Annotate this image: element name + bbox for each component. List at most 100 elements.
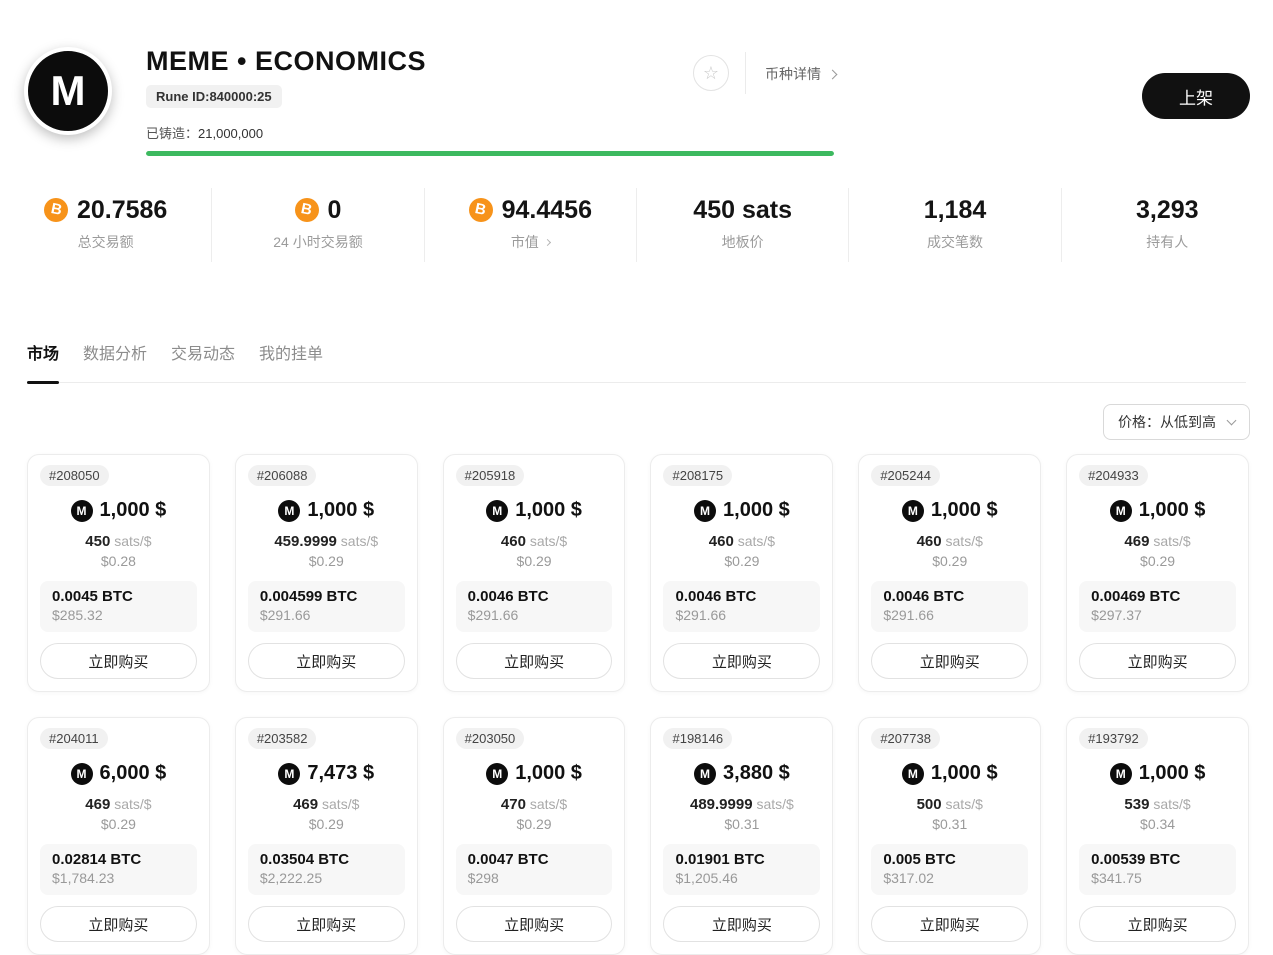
listing-card[interactable]: #205244 M 1,000 $ 460 sats/$ $0.29 0.004… (858, 454, 1041, 692)
listing-unit-usd: $0.29 (871, 553, 1028, 569)
listing-rate: 459.9999 sats/$ (248, 533, 405, 550)
listing-btc-price: 0.0047 BTC (468, 851, 601, 869)
token-info: MEME • ECONOMICS Rune ID:840000:25 已铸造：2… (146, 46, 834, 156)
listing-amount: 1,000 $ (307, 499, 374, 522)
listing-btc-price: 0.0046 BTC (468, 588, 601, 606)
buy-now-button[interactable]: 立即购买 (248, 643, 405, 679)
listing-btc-price: 0.0045 BTC (52, 588, 185, 606)
stat-label: 成交笔数 (849, 232, 1060, 252)
minted-progress-fill (146, 151, 834, 156)
tab-activity[interactable]: 交易动态 (171, 340, 235, 382)
listing-id-badge: #205918 (456, 465, 525, 486)
listing-card[interactable]: #207738 M 1,000 $ 500 sats/$ $0.31 0.005… (858, 717, 1041, 955)
token-m-icon: M (278, 500, 300, 522)
listing-price-box: 0.00469 BTC $297.37 (1079, 581, 1236, 632)
stat-label: 地板价 (637, 232, 848, 252)
listing-card[interactable]: #203582 M 7,473 $ 469 sats/$ $0.29 0.035… (235, 717, 418, 955)
token-m-icon: M (71, 500, 93, 522)
listing-price-box: 0.0046 BTC $291.66 (663, 581, 820, 632)
buy-now-button[interactable]: 立即购买 (456, 906, 613, 942)
listing-id-badge: #207738 (871, 728, 940, 749)
minted-row: 已铸造：21,000,000 (146, 123, 834, 142)
listing-card[interactable]: #198146 M 3,880 $ 489.9999 sats/$ $0.31 … (650, 717, 833, 955)
token-m-icon: M (1110, 763, 1132, 785)
listing-card[interactable]: #203050 M 1,000 $ 470 sats/$ $0.29 0.004… (443, 717, 626, 955)
stat-value: 450 sats (693, 196, 792, 224)
token-m-icon: M (694, 500, 716, 522)
listing-id-badge: #206088 (248, 465, 317, 486)
listing-unit-usd: $0.29 (1079, 553, 1236, 569)
buy-now-button[interactable]: 立即购买 (1079, 906, 1236, 942)
token-m-icon: M (278, 763, 300, 785)
listing-card[interactable]: #205918 M 1,000 $ 460 sats/$ $0.29 0.004… (443, 454, 626, 692)
listing-price-box: 0.03504 BTC $2,222.25 (248, 844, 405, 895)
listing-id-badge: #193792 (1079, 728, 1148, 749)
stat-value: 94.4456 (502, 196, 592, 224)
listing-btc-price: 0.0046 BTC (675, 588, 808, 606)
listing-amount-row: M 1,000 $ (871, 499, 1028, 522)
listing-card[interactable]: #193792 M 1,000 $ 539 sats/$ $0.34 0.005… (1066, 717, 1249, 955)
listing-btc-price: 0.03504 BTC (260, 851, 393, 869)
chevron-right-icon (828, 69, 838, 79)
stat-market-cap[interactable]: B 94.4456 市值 (425, 188, 637, 262)
listing-rate: 500 sats/$ (871, 796, 1028, 813)
buy-now-button[interactable]: 立即购买 (40, 906, 197, 942)
listing-rate: 460 sats/$ (663, 533, 820, 550)
listing-card[interactable]: #206088 M 1,000 $ 459.9999 sats/$ $0.29 … (235, 454, 418, 692)
sort-select[interactable]: 价格：从低到高 (1103, 404, 1250, 440)
tab-analytics[interactable]: 数据分析 (83, 340, 147, 382)
token-details-label: 币种详情 (765, 64, 821, 84)
buy-now-button[interactable]: 立即购买 (248, 906, 405, 942)
listing-amount: 1,000 $ (931, 762, 998, 785)
listing-amount-row: M 1,000 $ (456, 499, 613, 522)
listing-usd-price: $317.02 (883, 870, 1016, 887)
stat-floor-price: 450 sats 地板价 (637, 188, 849, 262)
token-details-link[interactable]: 币种详情 (765, 64, 836, 84)
listing-amount: 1,000 $ (100, 499, 167, 522)
listing-usd-price: $291.66 (675, 607, 808, 624)
listing-price-box: 0.0046 BTC $291.66 (456, 581, 613, 632)
buy-now-button[interactable]: 立即购买 (663, 906, 820, 942)
stat-label: 24 小时交易额 (212, 232, 423, 252)
stat-label: 市值 (425, 232, 636, 252)
stat-24h-volume: B 0 24 小时交易额 (212, 188, 424, 262)
listing-card[interactable]: #208050 M 1,000 $ 450 sats/$ $0.28 0.004… (27, 454, 210, 692)
listing-card[interactable]: #204933 M 1,000 $ 469 sats/$ $0.29 0.004… (1066, 454, 1249, 692)
list-token-button[interactable]: 上架 (1142, 73, 1250, 119)
listing-rate: 460 sats/$ (456, 533, 613, 550)
listing-id-badge: #204933 (1079, 465, 1148, 486)
listing-unit-usd: $0.31 (663, 816, 820, 832)
listing-card[interactable]: #204011 M 6,000 $ 469 sats/$ $0.29 0.028… (27, 717, 210, 955)
favorite-button[interactable]: ☆ (693, 55, 729, 91)
listing-card[interactable]: #208175 M 1,000 $ 460 sats/$ $0.29 0.004… (650, 454, 833, 692)
listing-price-box: 0.0045 BTC $285.32 (40, 581, 197, 632)
listing-rate-value: 460 (917, 533, 942, 550)
buy-now-button[interactable]: 立即购买 (871, 906, 1028, 942)
listing-rate-value: 500 (917, 796, 942, 813)
chevron-down-icon (1227, 416, 1237, 426)
listing-rate-value: 469 (85, 796, 110, 813)
listing-btc-price: 0.02814 BTC (52, 851, 185, 869)
stat-holders: 3,293 持有人 (1062, 188, 1273, 262)
listing-rate-value: 539 (1124, 796, 1149, 813)
buy-now-button[interactable]: 立即购买 (456, 643, 613, 679)
buy-now-button[interactable]: 立即购买 (871, 643, 1028, 679)
listing-rate-unit: sats/$ (341, 533, 378, 549)
token-m-icon: M (486, 763, 508, 785)
listing-id-badge: #208175 (663, 465, 732, 486)
page-title: MEME • ECONOMICS (146, 46, 834, 77)
listing-usd-price: $291.66 (260, 607, 393, 624)
tab-market[interactable]: 市场 (27, 340, 59, 382)
listing-btc-price: 0.00539 BTC (1091, 851, 1224, 869)
buy-now-button[interactable]: 立即购买 (663, 643, 820, 679)
listing-rate-value: 469 (1124, 533, 1149, 550)
stats-row: B 20.7586 总交易额 B 0 24 小时交易额 B 94.4456 市值… (0, 188, 1273, 262)
listing-btc-price: 0.01901 BTC (675, 851, 808, 869)
minted-value: 21,000,000 (198, 126, 263, 141)
tab-my-listings[interactable]: 我的挂单 (259, 340, 323, 382)
buy-now-button[interactable]: 立即购买 (1079, 643, 1236, 679)
buy-now-button[interactable]: 立即购买 (40, 643, 197, 679)
listing-price-box: 0.004599 BTC $291.66 (248, 581, 405, 632)
listing-btc-price: 0.00469 BTC (1091, 588, 1224, 606)
sort-select-label: 价格：从低到高 (1118, 412, 1216, 432)
